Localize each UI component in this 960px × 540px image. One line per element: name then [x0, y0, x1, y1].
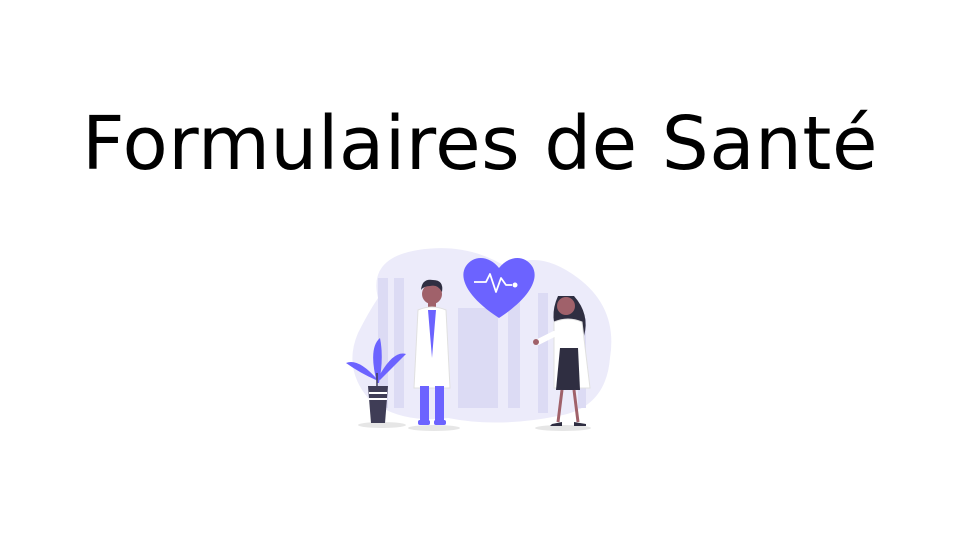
medical-illustration [346, 248, 612, 431]
slide-title: Formulaires de Santé [82, 101, 878, 187]
